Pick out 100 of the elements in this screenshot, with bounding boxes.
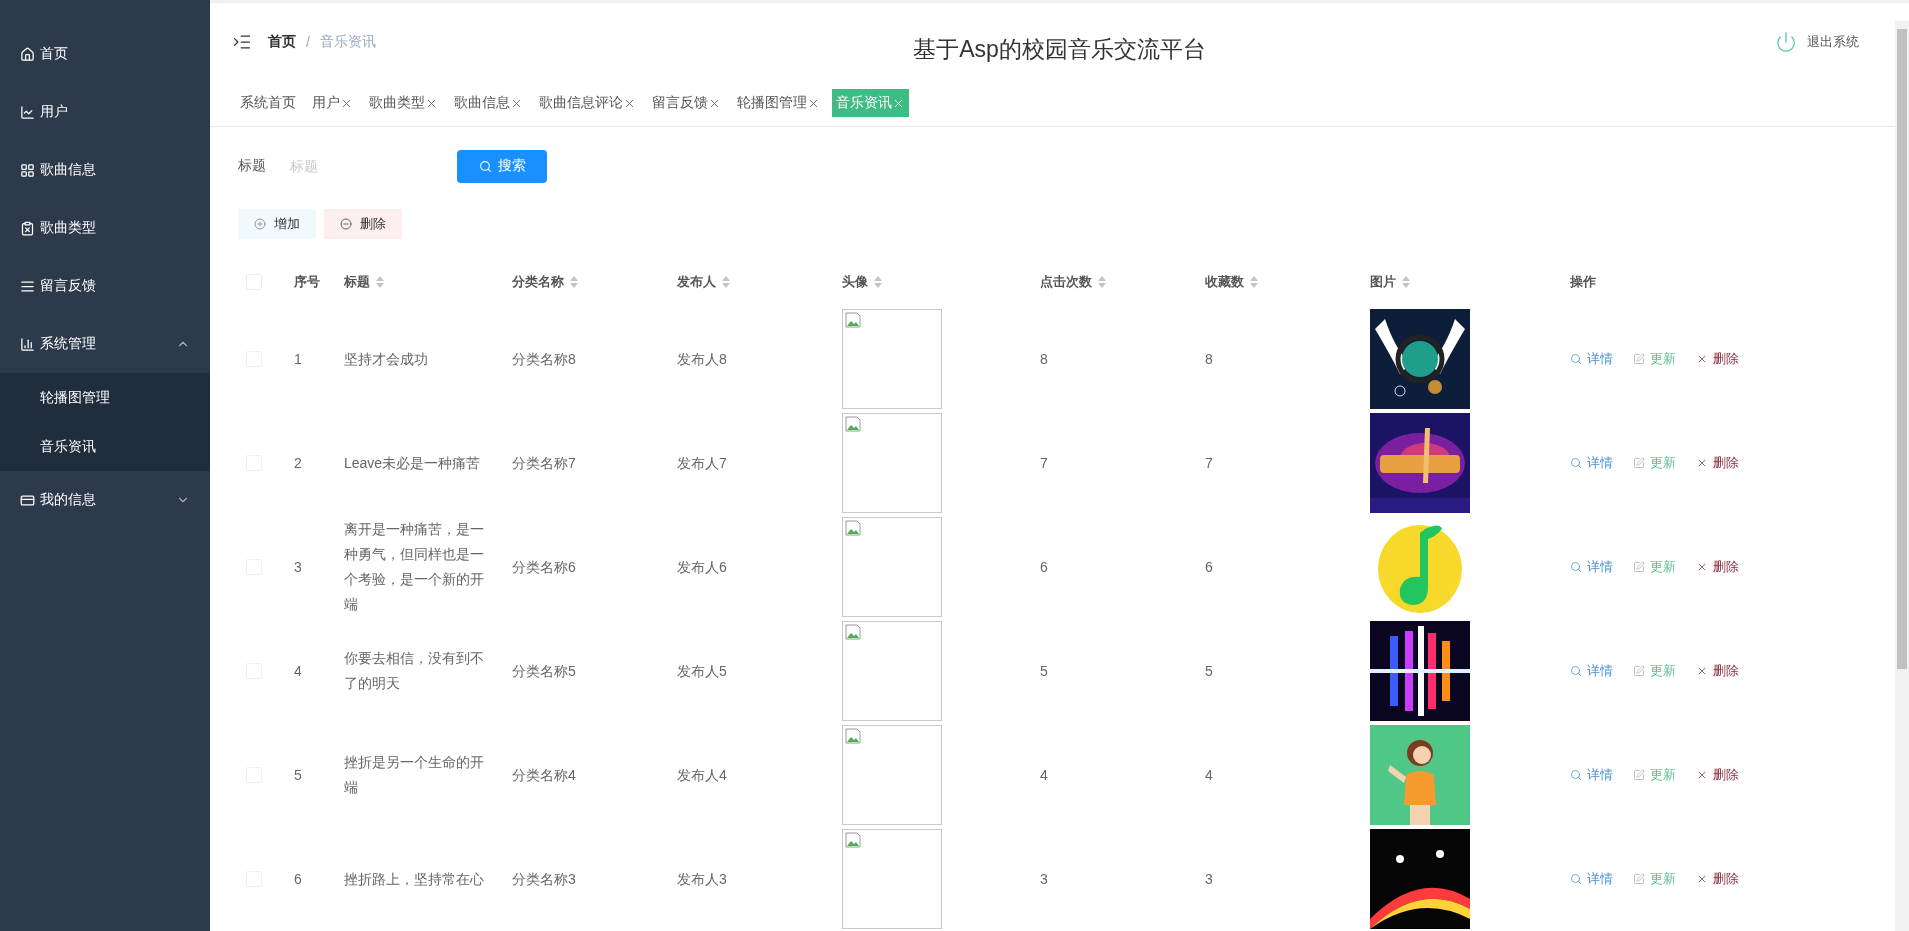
sidebar-item[interactable]: 系统管理	[0, 315, 210, 373]
tab[interactable]: 轮播图管理	[733, 89, 824, 118]
tab[interactable]: 用户	[308, 89, 357, 118]
broken-image-icon	[845, 520, 861, 536]
action-link[interactable]: 删除	[1696, 870, 1739, 888]
sort-icon[interactable]	[570, 276, 578, 288]
submenu-item[interactable]: 音乐资讯	[0, 422, 210, 471]
table-cell-text: 1	[294, 349, 303, 369]
tab[interactable]: 系统首页	[236, 89, 300, 118]
table-cell-text: Leave未必是一种痛苦	[344, 453, 482, 473]
action-link[interactable]: 删除	[1696, 662, 1739, 680]
clipboard-icon	[20, 220, 35, 236]
sort-icon[interactable]	[1250, 276, 1258, 288]
table-cell-text: 5	[1040, 661, 1049, 681]
table-cell-text: 分类名称6	[512, 557, 577, 577]
tab[interactable]: 歌曲信息评论	[535, 89, 640, 118]
table-cell-text: 分类名称3	[512, 869, 577, 889]
table-cell-text: 3	[1205, 869, 1214, 889]
table-cell-text: 6	[1040, 557, 1049, 577]
table-cell-text: 你要去相信，没有到不了的明天	[344, 649, 485, 693]
action-link[interactable]: 删除	[1696, 454, 1739, 472]
page-title: 基于Asp的校园音乐交流平台	[913, 35, 1206, 64]
column-title[interactable]: 标题	[344, 273, 370, 291]
sidebar-item[interactable]: 歌曲类型	[0, 199, 210, 257]
table-cell-text: 发布人5	[677, 661, 728, 681]
action-link[interactable]: 详情	[1570, 766, 1613, 784]
table-cell-text: 4	[1040, 765, 1049, 785]
table-cell-text: 7	[1205, 453, 1214, 473]
table-cell-text: 发布人6	[677, 557, 728, 577]
table-cell-text: 发布人8	[677, 349, 728, 369]
table-cell-text: 分类名称4	[512, 765, 577, 785]
sort-icon[interactable]	[1402, 276, 1410, 288]
table-cell-text: 挫折路上，坚持常在心	[344, 869, 485, 889]
list-icon	[20, 278, 35, 294]
column-title[interactable]: 图片	[1370, 273, 1396, 291]
sort-icon[interactable]	[376, 276, 384, 288]
home-icon	[20, 46, 35, 62]
table-cell-text: 6	[1205, 557, 1214, 577]
action-link[interactable]: 详情	[1570, 350, 1613, 368]
table-cell-text: 5	[294, 765, 303, 785]
sort-icon[interactable]	[1098, 276, 1106, 288]
action-link[interactable]: 删除	[1696, 766, 1739, 784]
delete-button[interactable]: 删除	[324, 209, 402, 239]
logout-button[interactable]: 退出系统	[1769, 29, 1865, 54]
column-title[interactable]: 头像	[842, 273, 868, 291]
action-link[interactable]: 删除	[1696, 350, 1739, 368]
sidebar-item[interactable]: 用户	[0, 83, 210, 141]
search-label: 标题	[238, 157, 267, 175]
search-icon	[1570, 457, 1582, 469]
scrollbar-thumb[interactable]	[1897, 29, 1907, 669]
add-button[interactable]: 增加	[238, 209, 316, 239]
edit-icon	[1633, 769, 1645, 781]
column-title[interactable]: 收藏数	[1205, 273, 1244, 291]
table-cell-text: 8	[1205, 349, 1214, 369]
action-link[interactable]: 详情	[1570, 662, 1613, 680]
power-icon	[1775, 30, 1797, 53]
tab[interactable]: 歌曲信息	[450, 89, 527, 118]
table-cell-text: 分类名称7	[512, 453, 577, 473]
sidebar-item[interactable]: 我的信息	[0, 471, 210, 529]
table-cell-text: 发布人3	[677, 869, 728, 889]
table-cell-text: 发布人7	[677, 453, 728, 473]
sort-icon[interactable]	[722, 276, 730, 288]
sidebar-item[interactable]: 歌曲信息	[0, 141, 210, 199]
broken-image-icon	[845, 624, 861, 640]
edit-icon	[1633, 873, 1645, 885]
action-link[interactable]: 详情	[1570, 454, 1613, 472]
column-title[interactable]: 分类名称	[512, 273, 564, 291]
sidebar-item[interactable]: 留言反馈	[0, 257, 210, 315]
breadcrumb-separator: /	[306, 33, 310, 50]
column-title[interactable]: 点击次数	[1040, 273, 1092, 291]
table-cell-text: 6	[294, 869, 303, 889]
tab[interactable]: 留言反馈	[648, 89, 725, 118]
table-cell-text: 挫折是另一个生命的开端	[344, 753, 485, 797]
table-cell-text: 2	[294, 453, 303, 473]
sidebar-item[interactable]: 首页	[0, 25, 210, 83]
table-cell-text: 7	[1040, 453, 1049, 473]
table-cell-text: 分类名称8	[512, 349, 577, 369]
edit-icon	[1633, 665, 1645, 677]
minus-icon	[340, 218, 352, 230]
table-cell-text: 3	[294, 557, 303, 577]
submenu-item[interactable]: 轮播图管理	[0, 373, 210, 422]
sort-icon[interactable]	[874, 276, 882, 288]
edit-icon	[1633, 353, 1645, 365]
table-cell-text: 坚持才会成功	[344, 349, 429, 369]
bar-chart-icon	[20, 336, 35, 352]
table-cell-text: 发布人4	[677, 765, 728, 785]
close-icon	[1696, 769, 1708, 781]
breadcrumb-item[interactable]: 首页	[268, 32, 296, 51]
action-link[interactable]: 详情	[1570, 558, 1613, 576]
close-icon	[1696, 665, 1708, 677]
tab[interactable]: 歌曲类型	[365, 89, 442, 118]
action-link[interactable]: 详情	[1570, 870, 1613, 888]
column-title[interactable]: 发布人	[677, 273, 716, 291]
table-cell-text: 4	[1205, 765, 1214, 785]
search-icon	[478, 159, 492, 173]
broken-image-icon	[845, 416, 861, 432]
search-icon	[1570, 353, 1582, 365]
action-link[interactable]: 删除	[1696, 558, 1739, 576]
table-cell-text: 5	[1205, 661, 1214, 681]
search-icon	[1570, 665, 1582, 677]
